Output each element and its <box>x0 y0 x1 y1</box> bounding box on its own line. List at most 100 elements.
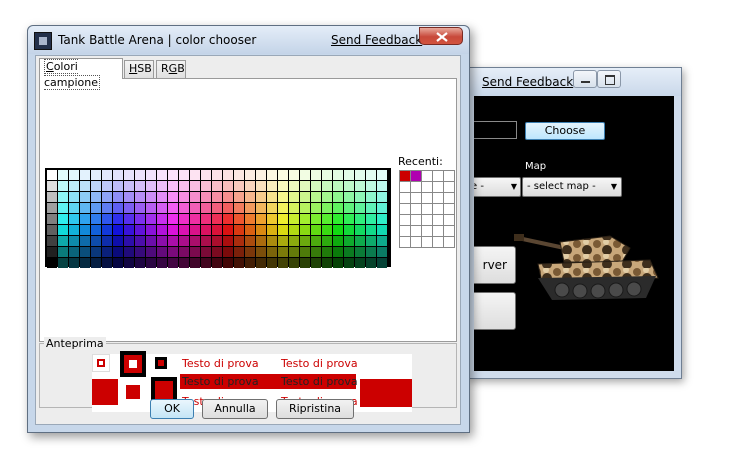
color-swatch[interactable] <box>223 225 233 235</box>
color-swatch[interactable] <box>58 181 68 191</box>
color-swatch[interactable] <box>168 214 178 224</box>
color-swatch[interactable] <box>256 247 266 257</box>
recent-swatch[interactable] <box>433 226 443 236</box>
color-swatch[interactable] <box>256 192 266 202</box>
color-swatch[interactable] <box>91 203 101 213</box>
color-swatch[interactable] <box>201 236 211 246</box>
color-swatch[interactable] <box>179 247 189 257</box>
color-swatch[interactable] <box>69 192 79 202</box>
color-swatch[interactable] <box>212 170 222 180</box>
color-swatch[interactable] <box>146 258 156 268</box>
color-swatch[interactable] <box>267 170 277 180</box>
color-swatch[interactable] <box>278 170 288 180</box>
color-swatch[interactable] <box>157 170 167 180</box>
cancel-button[interactable]: Annulla <box>202 399 268 419</box>
color-swatch[interactable] <box>234 247 244 257</box>
color-swatch[interactable] <box>47 203 57 213</box>
tab-hsb[interactable]: HSB <box>124 60 154 78</box>
color-swatch[interactable] <box>267 258 277 268</box>
color-swatch[interactable] <box>311 258 321 268</box>
color-swatch[interactable] <box>102 214 112 224</box>
color-swatch[interactable] <box>91 214 101 224</box>
recent-swatch[interactable] <box>411 193 421 203</box>
color-swatch[interactable] <box>190 203 200 213</box>
map-select[interactable]: - select map - ▼ <box>522 177 622 197</box>
recent-swatch[interactable] <box>433 182 443 192</box>
color-swatch[interactable] <box>245 236 255 246</box>
color-swatch[interactable] <box>124 236 134 246</box>
color-swatch[interactable] <box>201 192 211 202</box>
color-swatch[interactable] <box>80 192 90 202</box>
color-swatch[interactable] <box>212 236 222 246</box>
color-swatch[interactable] <box>377 214 387 224</box>
color-swatch[interactable] <box>58 258 68 268</box>
color-swatch[interactable] <box>146 214 156 224</box>
recent-swatch[interactable] <box>422 193 432 203</box>
color-swatch[interactable] <box>256 181 266 191</box>
recent-swatch[interactable] <box>422 215 432 225</box>
color-swatch[interactable] <box>91 181 101 191</box>
server-button[interactable]: rver <box>474 246 516 284</box>
color-swatch[interactable] <box>267 203 277 213</box>
color-swatch[interactable] <box>267 192 277 202</box>
color-swatch[interactable] <box>102 181 112 191</box>
color-swatch[interactable] <box>322 192 332 202</box>
color-swatch[interactable] <box>124 214 134 224</box>
color-swatch[interactable] <box>69 247 79 257</box>
color-swatch[interactable] <box>47 236 57 246</box>
color-swatch[interactable] <box>124 170 134 180</box>
recent-swatch[interactable] <box>422 171 432 181</box>
color-swatch[interactable] <box>124 203 134 213</box>
color-swatch[interactable] <box>377 192 387 202</box>
color-swatch[interactable] <box>69 170 79 180</box>
color-swatch[interactable] <box>366 170 376 180</box>
recent-swatch[interactable] <box>400 226 410 236</box>
color-swatch[interactable] <box>278 258 288 268</box>
color-swatch[interactable] <box>102 236 112 246</box>
color-swatch[interactable] <box>168 181 178 191</box>
color-swatch[interactable] <box>157 214 167 224</box>
color-swatch[interactable] <box>190 170 200 180</box>
color-swatch[interactable] <box>146 192 156 202</box>
color-swatch[interactable] <box>135 192 145 202</box>
color-swatch[interactable] <box>135 258 145 268</box>
color-swatch[interactable] <box>58 214 68 224</box>
color-swatch[interactable] <box>201 225 211 235</box>
color-swatch[interactable] <box>278 247 288 257</box>
ok-button[interactable]: OK <box>150 399 194 419</box>
color-swatch[interactable] <box>289 225 299 235</box>
recent-swatch[interactable] <box>433 215 443 225</box>
color-swatch[interactable] <box>245 192 255 202</box>
color-swatch[interactable] <box>168 258 178 268</box>
maximize-button[interactable] <box>597 70 621 88</box>
color-swatch[interactable] <box>201 181 211 191</box>
color-swatch[interactable] <box>201 170 211 180</box>
color-swatch[interactable] <box>113 170 123 180</box>
color-swatch[interactable] <box>311 214 321 224</box>
recent-swatch[interactable] <box>433 204 443 214</box>
color-swatch[interactable] <box>69 181 79 191</box>
recent-swatch-grid[interactable] <box>399 170 455 248</box>
color-swatch[interactable] <box>190 181 200 191</box>
color-swatch[interactable] <box>113 203 123 213</box>
color-swatch[interactable] <box>289 181 299 191</box>
color-swatch[interactable] <box>366 225 376 235</box>
color-swatch[interactable] <box>80 170 90 180</box>
color-swatch[interactable] <box>168 170 178 180</box>
color-swatch[interactable] <box>69 258 79 268</box>
recent-swatch[interactable] <box>411 226 421 236</box>
close-button[interactable] <box>419 27 463 45</box>
color-swatch[interactable] <box>278 236 288 246</box>
color-swatch[interactable] <box>168 236 178 246</box>
color-swatch[interactable] <box>256 225 266 235</box>
recent-swatch[interactable] <box>400 171 410 181</box>
color-swatch[interactable] <box>58 247 68 257</box>
color-swatch[interactable] <box>234 258 244 268</box>
color-swatch[interactable] <box>234 181 244 191</box>
color-swatch[interactable] <box>212 192 222 202</box>
color-swatch[interactable] <box>333 258 343 268</box>
color-swatch[interactable] <box>366 247 376 257</box>
color-swatch[interactable] <box>300 258 310 268</box>
color-swatch[interactable] <box>223 181 233 191</box>
recent-swatch[interactable] <box>411 237 421 247</box>
